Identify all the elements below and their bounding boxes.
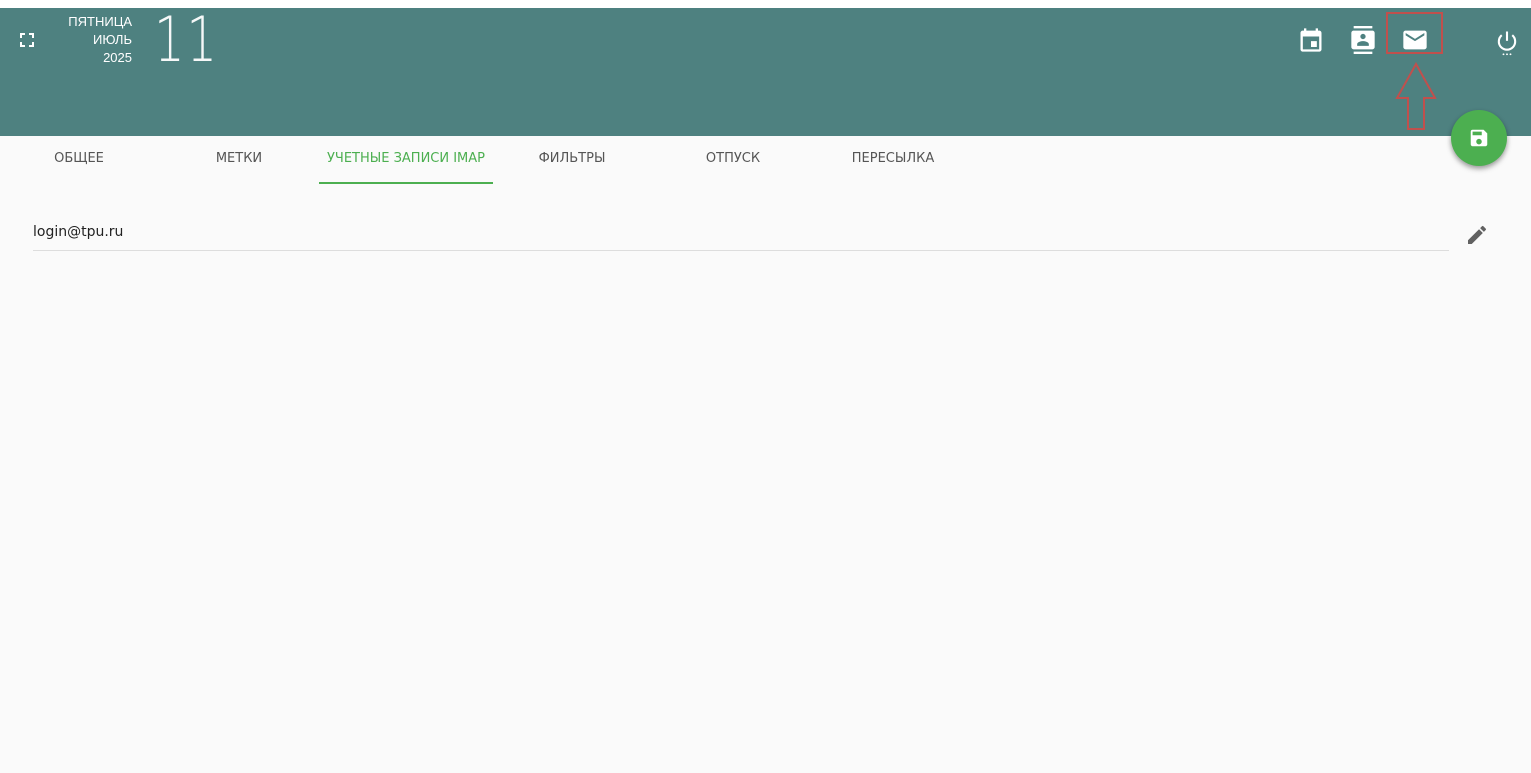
top-strip <box>0 0 1531 8</box>
tab-imap-accounts[interactable]: УЧЕТНЫЕ ЗАПИСИ IMAP <box>319 136 493 184</box>
tab-forwarding[interactable]: ПЕРЕСЫЛКА <box>840 136 946 184</box>
month-label: ИЮЛЬ <box>93 32 132 47</box>
floppy-disk-icon <box>1470 129 1488 147</box>
weekday-label: ПЯТНИЦА <box>68 14 132 29</box>
calendar-icon[interactable] <box>1297 26 1325 54</box>
fullscreen-icon[interactable] <box>17 30 37 50</box>
tab-vacation[interactable]: ОТПУСК <box>685 136 781 184</box>
date-display: ПЯТНИЦА ИЮЛЬ 2025 <box>40 13 132 67</box>
settings-tabs: ОБЩЕЕ МЕТКИ УЧЕТНЫЕ ЗАПИСИ IMAP ФИЛЬТРЫ … <box>0 136 1000 184</box>
contacts-icon[interactable] <box>1349 26 1377 54</box>
account-email: login@tpu.ru <box>33 224 124 240</box>
year-label: 2025 <box>103 50 132 65</box>
tab-filters[interactable]: ФИЛЬТРЫ <box>524 136 620 184</box>
imap-account-row: login@tpu.ru <box>33 216 1449 251</box>
tab-labels[interactable]: МЕТКИ <box>191 136 287 184</box>
power-icon[interactable] <box>1493 28 1521 56</box>
app-header: ПЯТНИЦА ИЮЛЬ 2025 11 <box>0 8 1531 136</box>
day-number: 11 <box>154 3 219 76</box>
mail-highlight-box <box>1386 12 1443 54</box>
edit-icon[interactable] <box>1465 223 1489 247</box>
settings-page: ПЯТНИЦА ИЮЛЬ 2025 11 ОБЩЕЕ МЕТКИ УЧЕТНЫЕ… <box>0 0 1531 773</box>
up-arrow-annotation <box>1395 62 1437 130</box>
save-button[interactable] <box>1451 110 1507 166</box>
tab-general[interactable]: ОБЩЕЕ <box>31 136 127 184</box>
